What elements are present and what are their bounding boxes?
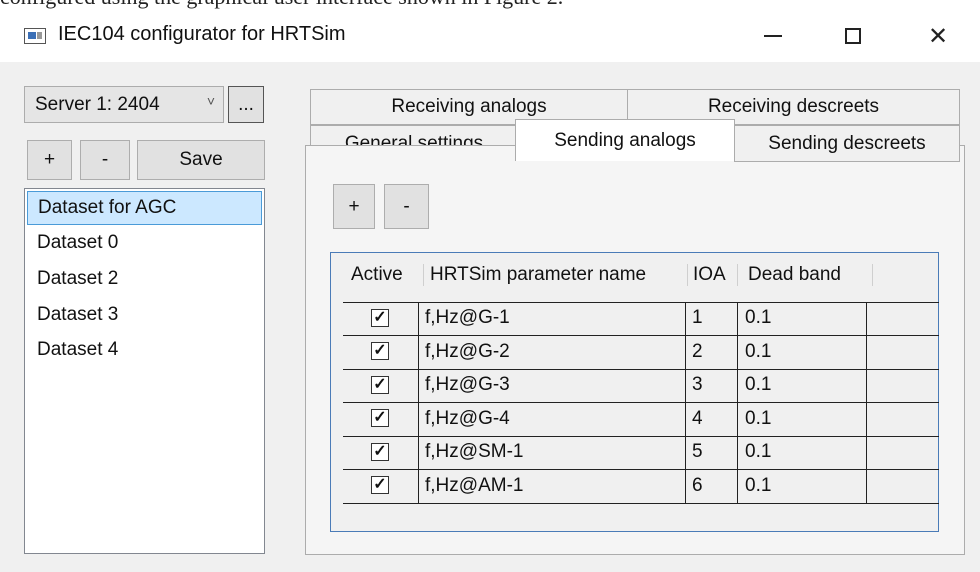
server-select-value: Server 1: 2404 xyxy=(35,94,160,115)
tab-sending-analogs[interactable]: Sending analogs xyxy=(515,119,735,161)
checkmark-icon: ✓ xyxy=(373,376,387,393)
parameter-name-cell[interactable]: f,Hz@G-1 xyxy=(425,307,510,329)
column-header-active[interactable]: Active xyxy=(343,264,424,286)
column-header-deadband[interactable]: Dead band xyxy=(739,264,873,286)
column-header-name[interactable]: HRTSim parameter name xyxy=(424,264,688,286)
grid-line xyxy=(418,302,419,504)
parameter-name-cell[interactable]: f,Hz@G-2 xyxy=(425,341,510,363)
grid-line xyxy=(343,469,939,470)
dataset-item[interactable]: Dataset 0 xyxy=(27,227,262,261)
checkmark-icon: ✓ xyxy=(373,443,387,460)
column-header-ioa[interactable]: IOA xyxy=(687,264,738,286)
window-title: IEC104 configurator for HRTSim xyxy=(58,23,346,45)
dataset-item[interactable]: Dataset 3 xyxy=(27,299,262,333)
ioa-cell[interactable]: 3 xyxy=(692,374,703,396)
close-icon: ✕ xyxy=(927,22,949,50)
grid-line xyxy=(343,335,939,336)
ioa-cell[interactable]: 1 xyxy=(692,307,703,329)
parameter-name-cell[interactable]: f,Hz@AM-1 xyxy=(425,475,523,497)
minimize-button[interactable] xyxy=(750,10,796,62)
chevron-down-icon: ˅ xyxy=(206,93,215,109)
deadband-cell[interactable]: 0.1 xyxy=(745,408,771,430)
dataset-item[interactable]: Dataset for AGC xyxy=(27,191,262,225)
active-checkbox[interactable]: ✓ xyxy=(371,443,389,461)
dataset-item[interactable]: Dataset 2 xyxy=(27,263,262,297)
ioa-cell[interactable]: 5 xyxy=(692,441,703,463)
maximize-button[interactable] xyxy=(830,10,876,62)
add-dataset-button[interactable]: + xyxy=(27,140,72,180)
grid-line xyxy=(343,369,939,370)
save-button[interactable]: Save xyxy=(137,140,265,180)
parameter-name-cell[interactable]: f,Hz@G-4 xyxy=(425,408,510,430)
ioa-cell[interactable]: 2 xyxy=(692,341,703,363)
ioa-cell[interactable]: 4 xyxy=(692,408,703,430)
grid-line xyxy=(866,302,867,504)
grid-line xyxy=(343,302,939,303)
server-select[interactable]: Server 1: 2404 ˅ xyxy=(24,86,224,123)
ioa-cell[interactable]: 6 xyxy=(692,475,703,497)
maximize-icon xyxy=(845,28,861,44)
remove-row-button[interactable]: - xyxy=(384,184,429,229)
remove-dataset-button[interactable]: - xyxy=(80,140,130,180)
minimize-icon xyxy=(764,35,782,37)
active-checkbox[interactable]: ✓ xyxy=(371,309,389,327)
figure-caption: configured using the graphical user inte… xyxy=(0,0,563,10)
parameters-grid[interactable] xyxy=(330,252,939,532)
grid-line xyxy=(343,503,939,504)
active-checkbox[interactable]: ✓ xyxy=(371,342,389,360)
grid-line xyxy=(343,436,939,437)
parameter-name-cell[interactable]: f,Hz@G-3 xyxy=(425,374,510,396)
checkmark-icon: ✓ xyxy=(373,309,387,326)
checkmark-icon: ✓ xyxy=(373,476,387,493)
grid-line xyxy=(343,402,939,403)
deadband-cell[interactable]: 0.1 xyxy=(745,441,771,463)
grid-line xyxy=(737,302,738,504)
active-checkbox[interactable]: ✓ xyxy=(371,409,389,427)
deadband-cell[interactable]: 0.1 xyxy=(745,374,771,396)
grid-line xyxy=(685,302,686,504)
tab-sending-descreets[interactable]: Sending descreets xyxy=(734,125,960,162)
app-icon xyxy=(24,28,46,44)
checkmark-icon: ✓ xyxy=(373,342,387,359)
browse-button[interactable]: ... xyxy=(228,86,264,123)
close-button[interactable]: ✕ xyxy=(915,10,961,62)
deadband-cell[interactable]: 0.1 xyxy=(745,307,771,329)
active-checkbox[interactable]: ✓ xyxy=(371,476,389,494)
active-checkbox[interactable]: ✓ xyxy=(371,376,389,394)
deadband-cell[interactable]: 0.1 xyxy=(745,341,771,363)
title-bar: IEC104 configurator for HRTSim ✕ xyxy=(0,10,980,62)
parameter-name-cell[interactable]: f,Hz@SM-1 xyxy=(425,441,523,463)
dataset-list[interactable]: Dataset for AGC Dataset 0 Dataset 2 Data… xyxy=(24,188,265,554)
deadband-cell[interactable]: 0.1 xyxy=(745,475,771,497)
add-row-button[interactable]: + xyxy=(333,184,375,229)
dataset-item[interactable]: Dataset 4 xyxy=(27,334,262,368)
checkmark-icon: ✓ xyxy=(373,409,387,426)
